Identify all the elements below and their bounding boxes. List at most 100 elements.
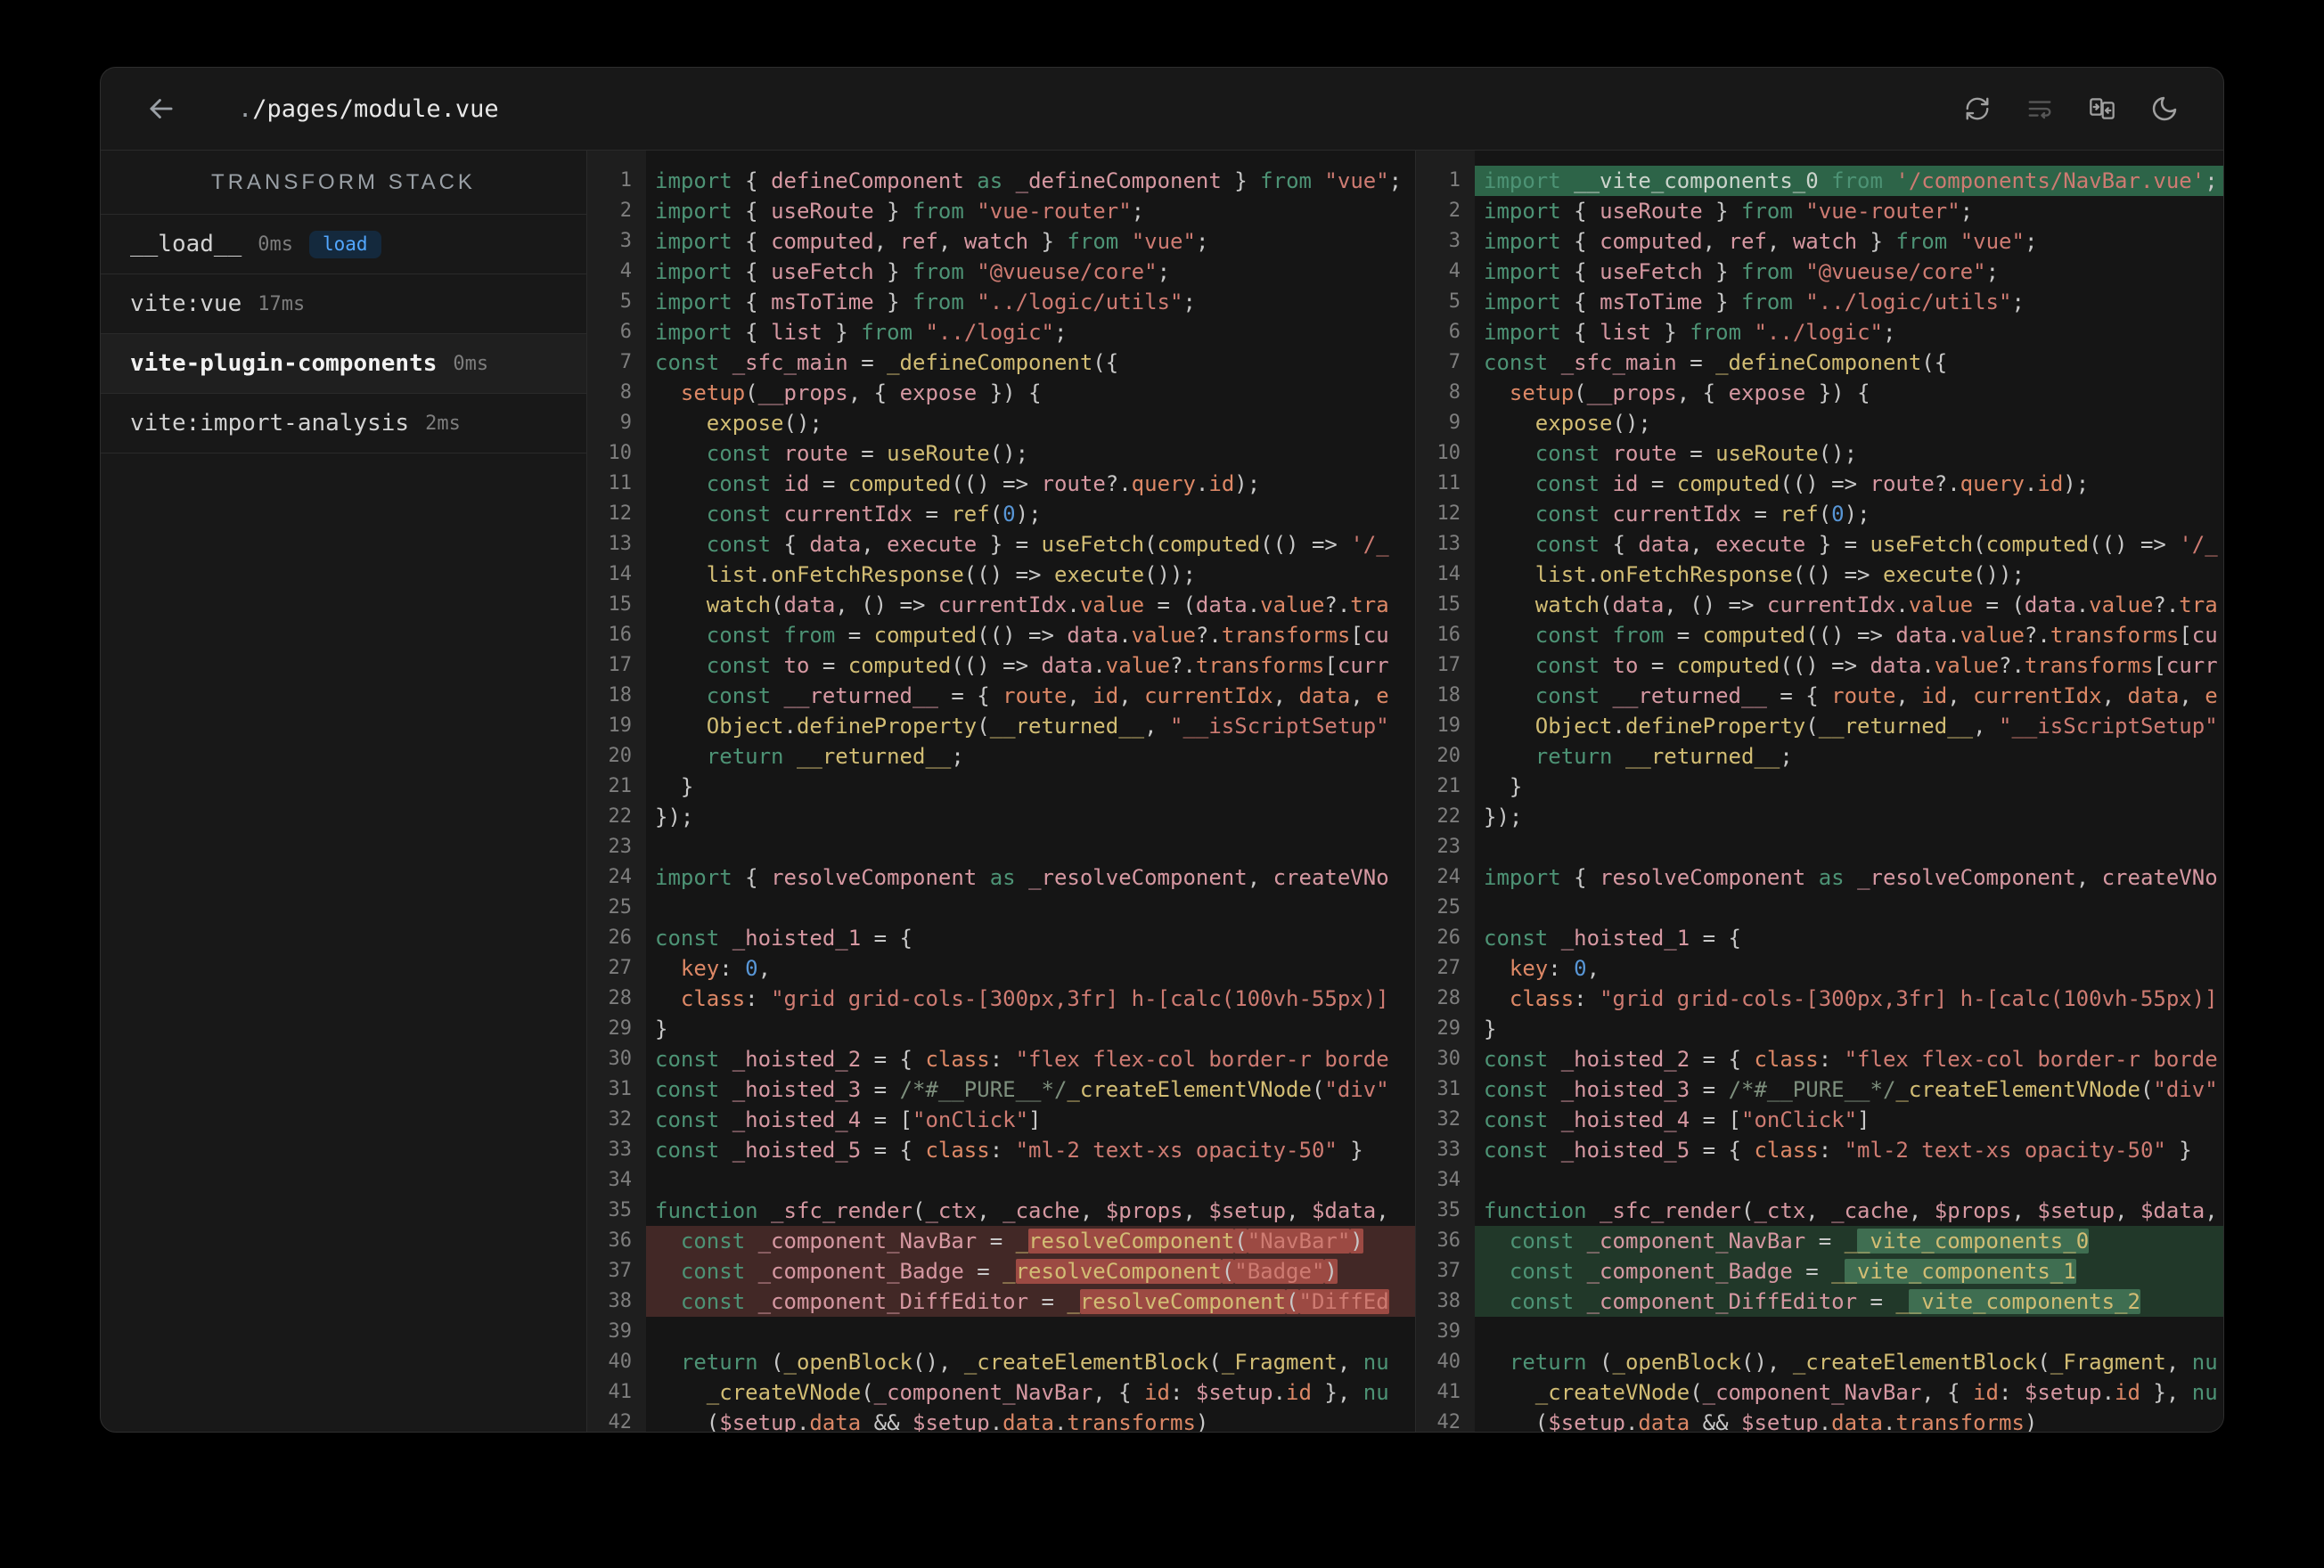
line-number: 22 <box>1436 805 1461 828</box>
code-line: } <box>655 774 694 799</box>
code-line: return __returned__; <box>706 744 964 769</box>
line-number: 7 <box>1448 351 1461 373</box>
line-number: 36 <box>1436 1229 1461 1252</box>
code-line: _createVNode(_component_NavBar, { id: $s… <box>1534 1380 2218 1405</box>
line-number: 37 <box>1436 1260 1461 1282</box>
line-number: 28 <box>1436 987 1461 1009</box>
code-line: const id = computed(() => route?.query.i… <box>1534 471 2090 496</box>
plugin-name: __load__ <box>130 231 242 257</box>
code-line: class: "grid grid-cols-[300px,3fr] h-[ca… <box>1509 986 2218 1011</box>
line-number: 20 <box>608 745 633 767</box>
line-number: 42 <box>1436 1411 1461 1432</box>
line-number: 28 <box>608 987 633 1009</box>
code-panel-after[interactable]: 1 2 3 4 5 6 7 8 9 10 11 12 13 14 15 16 17 18 19 20 21 22 23 24 2… <box>1416 151 2223 1432</box>
code-line: const _sfc_main = _defineComponent({ <box>1484 350 1948 375</box>
code-line: const _hoisted_2 = { class: "flex flex-c… <box>655 1047 1389 1072</box>
code-line: import { defineComponent as _defineCompo… <box>655 168 1403 193</box>
line-number: 19 <box>1436 715 1461 737</box>
side-by-side-diff-icon[interactable] <box>2088 94 2116 123</box>
code-line: const __returned__ = { route, id, curren… <box>706 683 1389 708</box>
line-number: 32 <box>608 1108 633 1131</box>
line-number: 21 <box>1436 775 1461 797</box>
plugin-time: 0ms <box>258 233 293 256</box>
transform-stack-item[interactable]: vite:import-analysis 2ms <box>101 394 586 453</box>
code-content-before: import { defineComponent as _defineCompo… <box>646 151 1415 1432</box>
line-number: 3 <box>619 230 632 252</box>
line-number: 12 <box>608 502 633 525</box>
line-number: 7 <box>619 351 632 373</box>
line-number: 8 <box>1448 381 1461 404</box>
line-number: 4 <box>1448 260 1461 282</box>
transform-stack-item[interactable]: vite:vue 17ms <box>101 274 586 334</box>
code-line: const _hoisted_3 = /*#__PURE__*/_createE… <box>1484 1077 2218 1102</box>
code-line: import __vite_components_0 from '/compon… <box>1475 166 2223 196</box>
dark-mode-moon-icon[interactable] <box>2150 94 2179 123</box>
code-line: Object.defineProperty(__returned__, "__i… <box>1534 714 2218 739</box>
line-number: 20 <box>1436 745 1461 767</box>
code-panel-before[interactable]: 1 2 3 4 5 6 7 8 9 10 11 12 13 14 15 16 17 18 19 20 21 22 23 24 2… <box>587 151 1416 1432</box>
code-line: const from = computed(() => data.value?.… <box>1534 623 2218 648</box>
line-number: 38 <box>1436 1290 1461 1312</box>
line-number: 27 <box>1436 957 1461 979</box>
back-button[interactable] <box>142 89 181 128</box>
code-line: }); <box>655 804 694 829</box>
line-number: 16 <box>608 624 633 646</box>
line-number: 22 <box>608 805 633 828</box>
code-line: const from = computed(() => data.value?.… <box>706 623 1389 648</box>
line-number: 27 <box>608 957 633 979</box>
page-title: ./pages/module.vue <box>238 95 499 123</box>
code-line: const _component_Badge = __vite_componen… <box>1475 1256 2223 1286</box>
code-line: list.onFetchResponse(() => execute()); <box>706 562 1196 587</box>
line-number: 6 <box>619 321 632 343</box>
code-line: key: 0, <box>680 956 772 981</box>
line-number: 21 <box>608 775 633 797</box>
code-line: expose(); <box>706 411 822 436</box>
plugin-time: 0ms <box>453 352 489 375</box>
code-line: import { useRoute } from "vue-router"; <box>1484 199 1974 224</box>
line-number: 15 <box>608 593 633 616</box>
code-line: watch(data, () => currentIdx.value = (da… <box>1534 592 2218 617</box>
line-number: 29 <box>608 1017 633 1040</box>
plugin-name: vite:import-analysis <box>130 410 410 437</box>
code-line: Object.defineProperty(__returned__, "__i… <box>706 714 1389 739</box>
line-number: 39 <box>1436 1320 1461 1343</box>
line-number: 35 <box>608 1199 633 1221</box>
code-line: } <box>1484 1017 1497 1041</box>
code-line: const _component_Badge = _resolveCompone… <box>646 1256 1415 1286</box>
code-line: import { list } from "../logic"; <box>1484 320 1896 345</box>
line-number: 30 <box>1436 1048 1461 1070</box>
line-number: 10 <box>608 442 633 464</box>
line-number: 4 <box>619 260 632 282</box>
code-line: setup(__props, { expose }) { <box>1509 380 1870 405</box>
code-line: } <box>655 1017 668 1041</box>
code-line: const _hoisted_5 = { class: "ml-2 text-x… <box>655 1138 1363 1163</box>
transform-stack-item[interactable]: vite-plugin-components 0ms <box>101 334 586 394</box>
code-line: const _hoisted_1 = { <box>1484 926 1741 951</box>
line-wrap-icon[interactable] <box>2025 94 2054 123</box>
line-number: 10 <box>1436 442 1461 464</box>
line-number: 1 <box>1448 169 1461 192</box>
line-number: 32 <box>1436 1108 1461 1131</box>
code-line: function _sfc_render(_ctx, _cache, $prop… <box>655 1198 1389 1223</box>
line-number: 11 <box>608 472 633 494</box>
code-line: const _hoisted_4 = ["onClick"] <box>1484 1107 1870 1132</box>
content-area: TRANSFORM STACK __load__ 0ms load vite:vue 1… <box>101 151 2223 1432</box>
diff-view: 1 2 3 4 5 6 7 8 9 10 11 12 13 14 15 16 17 18 19 20 21 22 23 24 2… <box>587 151 2223 1432</box>
line-number: 41 <box>1436 1381 1461 1403</box>
refresh-icon[interactable] <box>1963 94 1992 123</box>
line-number: 31 <box>608 1078 633 1100</box>
line-number: 12 <box>1436 502 1461 525</box>
transform-stack-item[interactable]: __load__ 0ms load <box>101 215 586 274</box>
code-line: import { resolveComponent as _resolveCom… <box>655 865 1389 890</box>
line-number: 2 <box>619 200 632 222</box>
code-line: const route = useRoute(); <box>706 441 1029 466</box>
code-line: const _hoisted_4 = ["onClick"] <box>655 1107 1042 1132</box>
line-number: 23 <box>608 836 633 858</box>
code-line: const to = computed(() => data.value?.tr… <box>1534 653 2218 678</box>
line-number: 36 <box>608 1229 633 1252</box>
